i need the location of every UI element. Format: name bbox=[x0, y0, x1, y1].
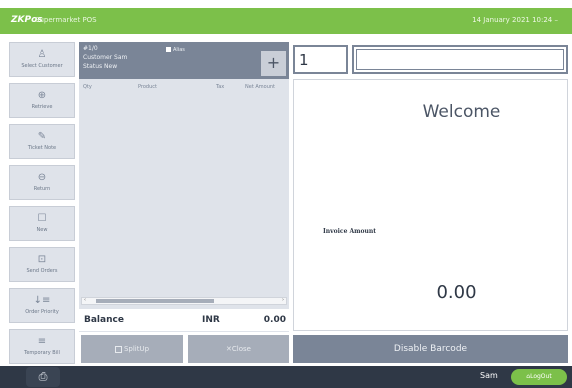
ticket-header: #1/0 Customer Sam Status New Alias + bbox=[79, 42, 289, 79]
column-header-net-amount: Net Amount bbox=[245, 84, 276, 90]
priority-icon: ↓≡ bbox=[33, 295, 51, 306]
temporary-bill-icon: ≡ bbox=[37, 336, 47, 347]
barcode-field[interactable] bbox=[352, 45, 568, 74]
welcome-text: Welcome bbox=[422, 102, 501, 122]
sidebar-item-label: Select Customer bbox=[21, 63, 63, 69]
scroll-right-icon[interactable]: › bbox=[282, 297, 284, 303]
header-strip: ZKPos Supermarket POS 14 January 2021 10… bbox=[0, 8, 572, 34]
sidebar-item-label: Order Priority bbox=[25, 309, 59, 315]
disable-barcode-button[interactable]: Disable Barcode bbox=[293, 335, 568, 363]
column-header-tax: Tax bbox=[216, 84, 225, 90]
retrieve-icon: ⊕ bbox=[37, 90, 47, 101]
order-priority-button[interactable]: ↓≡ Order Priority bbox=[9, 288, 75, 323]
sidebar-item-label: New bbox=[36, 227, 48, 233]
alias-checkbox[interactable] bbox=[166, 47, 171, 52]
cash-register-icon[interactable]: ⎙ bbox=[26, 367, 60, 387]
scrollbar-thumb[interactable] bbox=[96, 299, 214, 303]
ticket-number: #1/0 bbox=[83, 45, 98, 52]
column-header-product: Product bbox=[138, 84, 157, 90]
balance-value: 0.00 bbox=[263, 315, 286, 325]
return-button[interactable]: ⊖ Return bbox=[9, 165, 75, 200]
split-label: SplitUp bbox=[123, 345, 150, 353]
invoice-amount-label: Invoice Amount bbox=[323, 228, 376, 235]
ticket-customer: Customer Sam bbox=[83, 54, 128, 61]
retrieve-button[interactable]: ⊕ Retrieve bbox=[9, 83, 75, 118]
close-button[interactable]: ✕Close bbox=[188, 335, 289, 363]
new-document-icon: ☐ bbox=[37, 213, 47, 224]
ticket-status: Status New bbox=[83, 63, 118, 70]
temporary-bill-button[interactable]: ≡ Temporary Bill bbox=[9, 329, 75, 364]
sidebar-item-label: Return bbox=[33, 186, 51, 192]
app-title: Supermarket POS bbox=[35, 16, 97, 24]
send-orders-button[interactable]: ⊡ Send Orders bbox=[9, 247, 75, 282]
invoice-amount-value: 0.00 bbox=[436, 282, 477, 303]
top-bar: ZKPos Supermarket POS 14 January 2021 10… bbox=[0, 0, 572, 37]
add-ticket-button[interactable]: + bbox=[261, 51, 286, 76]
logout-button[interactable]: ⌂LogOut bbox=[511, 369, 567, 385]
barcode-input[interactable] bbox=[356, 49, 564, 70]
sidebar: ♙ Select Customer ⊕ Retrieve ✎ Ticket No… bbox=[5, 40, 78, 366]
header-datetime: 14 January 2021 10:24 – bbox=[472, 16, 558, 24]
ticket-panel: #1/0 Customer Sam Status New Alias + Qty… bbox=[79, 42, 289, 332]
balance-currency: INR bbox=[202, 315, 220, 325]
bottom-bar: ⎙ Sam ⌂LogOut bbox=[0, 366, 572, 388]
sidebar-item-label: Send Orders bbox=[26, 268, 58, 274]
scroll-left-icon[interactable]: ‹ bbox=[84, 297, 86, 303]
sidebar-item-label: Ticket Note bbox=[27, 145, 57, 151]
quantity-input[interactable]: 1 bbox=[293, 45, 348, 74]
sidebar-item-label: Temporary Bill bbox=[24, 350, 60, 356]
return-icon: ⊖ bbox=[37, 172, 47, 183]
close-label: Close bbox=[231, 345, 251, 353]
person-icon: ♙ bbox=[37, 49, 47, 60]
alias-toggle[interactable]: Alias bbox=[166, 47, 185, 53]
sidebar-item-label: Retrieve bbox=[31, 104, 53, 110]
customer-display: Welcome Invoice Amount 0.00 bbox=[293, 79, 568, 331]
balance-label: Balance bbox=[84, 315, 124, 325]
note-icon: ✎ bbox=[37, 131, 47, 142]
select-customer-button[interactable]: ♙ Select Customer bbox=[9, 42, 75, 77]
datetime-text: 14 January 2021 10:24 bbox=[472, 16, 553, 24]
alias-label: Alias bbox=[173, 47, 185, 53]
send-orders-icon: ⊡ bbox=[37, 254, 47, 265]
menu-dash-icon[interactable]: – bbox=[555, 16, 559, 24]
balance-row: Balance INR 0.00 bbox=[79, 309, 289, 331]
column-header-qty: Qty bbox=[83, 84, 92, 90]
horizontal-scrollbar[interactable]: ‹ › bbox=[81, 297, 287, 305]
current-user: Sam bbox=[480, 371, 498, 380]
new-button[interactable]: ☐ New bbox=[9, 206, 75, 241]
split-icon bbox=[114, 345, 122, 353]
split-up-button[interactable]: SplitUp bbox=[81, 335, 183, 363]
logout-label: LogOut bbox=[530, 373, 552, 380]
ticket-note-button[interactable]: ✎ Ticket Note bbox=[9, 124, 75, 159]
